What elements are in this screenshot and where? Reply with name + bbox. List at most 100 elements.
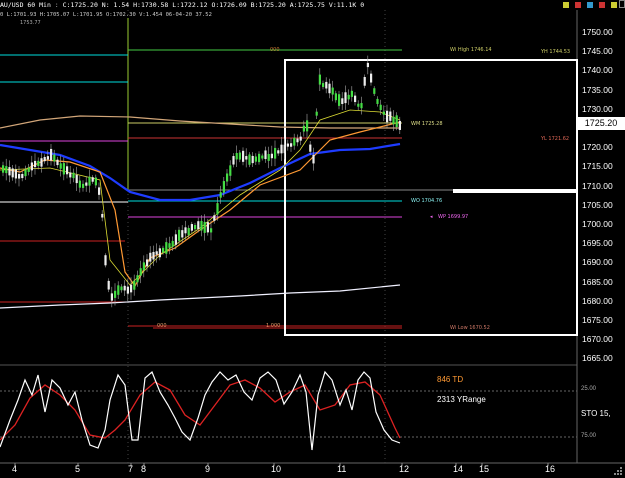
price-tick-label: 1685.00 xyxy=(582,276,613,287)
candle-body xyxy=(325,81,328,89)
candle-body xyxy=(69,172,72,178)
time-tick-label: 4 xyxy=(12,464,18,474)
candle-body xyxy=(213,215,216,221)
yl-label: YL 1721.62 xyxy=(541,136,570,142)
candle-body xyxy=(162,247,165,253)
candle-body xyxy=(318,74,321,85)
candle-body xyxy=(178,229,181,241)
candle-body xyxy=(216,203,219,215)
candle-body xyxy=(190,224,193,231)
resize-grip-icon[interactable] xyxy=(611,466,623,476)
time-tick-label: 5 xyxy=(75,464,81,474)
candle-body xyxy=(136,275,139,283)
candle-body xyxy=(357,103,360,107)
stochastic-white-line xyxy=(0,370,401,451)
wm-label: WM 1725.28 xyxy=(411,121,443,127)
candle-body xyxy=(94,177,97,186)
wo-label: WO 1704.76 xyxy=(411,198,443,204)
candle-body xyxy=(280,144,283,154)
zero-value: 0 xyxy=(360,1,365,9)
candle-body xyxy=(142,262,145,271)
candle-body xyxy=(123,285,126,291)
candle-body xyxy=(181,230,184,238)
price-tick-label: 1690.00 xyxy=(582,257,613,268)
td-label: 846 TD xyxy=(437,375,464,384)
candle-body xyxy=(174,234,177,245)
price-tick-label: 1710.00 xyxy=(582,180,613,191)
ma-blue-line xyxy=(0,142,401,202)
one-bottom-label: 1.000 xyxy=(266,323,281,329)
candle-body xyxy=(98,187,101,195)
price-tick-label: 1670.00 xyxy=(582,334,613,345)
candle-body xyxy=(171,240,174,247)
price-tick-label: 1680.00 xyxy=(582,295,613,306)
candle-body xyxy=(363,77,366,86)
price-tick-label: 1715.00 xyxy=(582,161,613,172)
high-value: H:1730.58 xyxy=(133,1,169,9)
yh-label: YH 1744.53 xyxy=(541,49,571,55)
candle-body xyxy=(277,150,280,154)
candle-body xyxy=(27,167,30,172)
price-chart[interactable] xyxy=(0,0,625,478)
candle-body xyxy=(126,286,129,294)
candle-body xyxy=(389,111,392,121)
candle-body xyxy=(395,115,398,128)
low-value: L:1722.12 xyxy=(172,1,208,9)
candle-body xyxy=(78,180,81,188)
candle-body xyxy=(56,159,59,166)
candle-body xyxy=(114,290,117,298)
n-value: 1.54 xyxy=(113,1,130,9)
candle-body xyxy=(398,120,401,130)
candle-body xyxy=(309,144,312,152)
candle-body xyxy=(133,280,136,290)
blue-icon[interactable] xyxy=(587,2,593,8)
candle-body xyxy=(331,87,334,95)
candle-body xyxy=(91,177,94,182)
zero-bottom-label: 000 xyxy=(157,323,167,329)
time-tick-label: 14 xyxy=(453,464,464,474)
candle-body xyxy=(251,155,254,164)
red-square-icon[interactable] xyxy=(599,2,605,8)
candle-body xyxy=(66,166,69,175)
candle-body xyxy=(146,259,149,267)
candle-body xyxy=(110,293,113,301)
yellow-square-icon[interactable] xyxy=(611,2,617,8)
n-label: N: xyxy=(101,1,110,9)
price-tick-label: 1705.00 xyxy=(582,199,613,210)
candle-body xyxy=(203,221,206,233)
time-tick-label: 16 xyxy=(545,464,556,474)
candle-body xyxy=(200,220,203,231)
candle-body xyxy=(158,248,161,258)
price-tick-label: 1665.00 xyxy=(582,353,613,364)
candle-body xyxy=(270,153,273,159)
candle-body xyxy=(62,163,65,175)
time-tick-label: 10 xyxy=(271,464,282,474)
price-tick-label: 1735.00 xyxy=(582,84,613,95)
yrange-label: 2313 YRange xyxy=(437,395,486,404)
yellow-icon[interactable] xyxy=(563,2,569,8)
candle-body xyxy=(315,111,318,116)
candle-body xyxy=(120,286,123,291)
candle-body xyxy=(258,153,261,163)
window-control-icon[interactable] xyxy=(619,0,625,8)
chart-header: AU/USD 60 Min : C:1725.20 N: 1.54 H:1730… xyxy=(0,1,365,9)
bid-value: B:1725.20 xyxy=(250,1,286,9)
wp-arrow-icon: ◂ xyxy=(430,214,433,220)
candle-body xyxy=(206,222,209,233)
price-tick-label: 1745.00 xyxy=(582,46,613,57)
open-value: O:1726.09 xyxy=(211,1,247,9)
candle-body xyxy=(5,166,8,174)
candle-body xyxy=(235,153,238,160)
price-tick-label: 1730.00 xyxy=(582,103,613,114)
candle-body xyxy=(184,227,187,234)
candle-body xyxy=(75,174,78,184)
time-tick-label: 15 xyxy=(479,464,490,474)
candle-body xyxy=(322,83,325,87)
red-icon[interactable] xyxy=(575,2,581,8)
candle-body xyxy=(149,252,152,262)
volume-value: V:11.1K xyxy=(328,1,357,9)
candle-body xyxy=(379,104,382,111)
candle-body xyxy=(165,242,168,254)
candle-body xyxy=(338,94,341,106)
wi-high-label: Wi High 1746.14 xyxy=(450,47,492,53)
